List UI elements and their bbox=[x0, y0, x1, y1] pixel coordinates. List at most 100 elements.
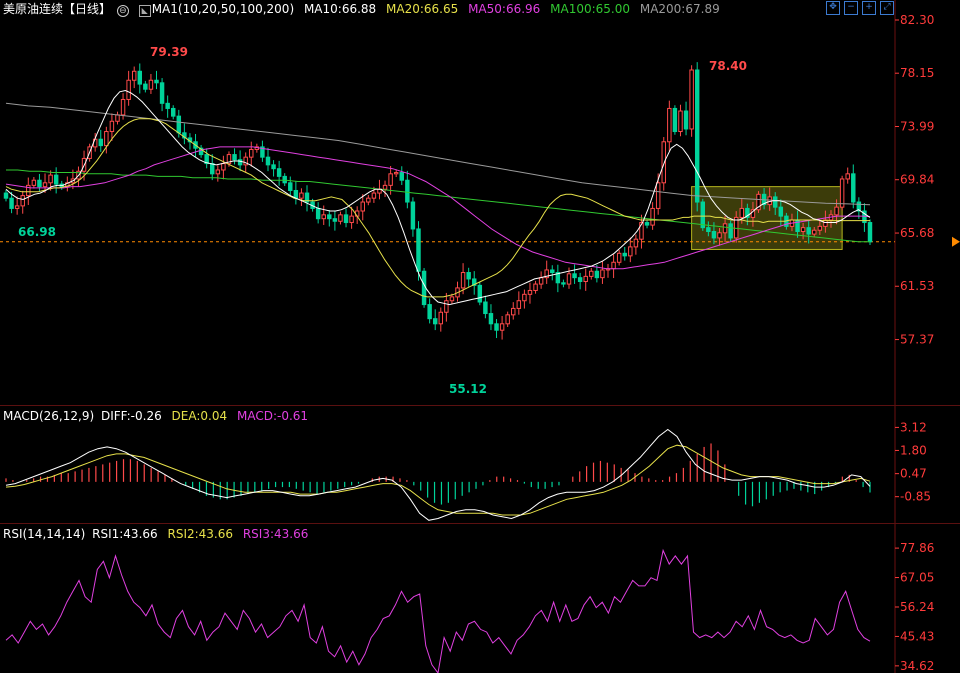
candle-up bbox=[249, 148, 254, 158]
candle-up bbox=[499, 323, 505, 331]
candle-up bbox=[42, 182, 48, 188]
candle-down bbox=[237, 159, 243, 166]
candle-down bbox=[265, 156, 271, 166]
price-axis-label: 65.68 bbox=[900, 226, 934, 240]
candle-down bbox=[806, 227, 811, 235]
candle-up bbox=[845, 173, 850, 180]
candle-up bbox=[722, 223, 728, 234]
candle-up bbox=[371, 192, 377, 199]
candle-down bbox=[577, 277, 583, 283]
candle-down bbox=[271, 164, 276, 170]
candle-down bbox=[561, 282, 566, 285]
candle-down bbox=[494, 323, 499, 331]
candle-up bbox=[522, 293, 527, 302]
candle-down bbox=[773, 196, 778, 208]
candle-down bbox=[550, 269, 555, 274]
candle-down bbox=[432, 318, 438, 325]
candle-down bbox=[416, 228, 421, 272]
price-axis-label: 78.15 bbox=[900, 66, 934, 80]
price-chart[interactable]: 82.30 78.15 73.99 69.84 65.68 61.53 57.37 3.12 1… bbox=[0, 0, 960, 673]
candle-up bbox=[321, 214, 326, 220]
candle-down bbox=[851, 173, 856, 203]
candle-down bbox=[210, 163, 215, 175]
candle-down bbox=[327, 214, 332, 220]
candle-up bbox=[444, 300, 449, 313]
candle-down bbox=[9, 197, 14, 209]
candle-up bbox=[834, 206, 839, 216]
candle-up bbox=[460, 272, 466, 289]
candle-up bbox=[388, 173, 393, 186]
candle-up bbox=[678, 110, 683, 133]
candle-up bbox=[104, 131, 109, 147]
candle-up bbox=[382, 184, 388, 190]
candle-up bbox=[616, 252, 622, 263]
candle-up bbox=[48, 174, 53, 184]
candle-up bbox=[131, 70, 137, 81]
price-axis-label: 57.37 bbox=[900, 333, 934, 347]
candle-down bbox=[154, 79, 159, 84]
candle-down bbox=[410, 201, 416, 230]
candle-up bbox=[31, 179, 37, 186]
candle-up bbox=[120, 98, 126, 116]
macd-axis-label: 3.12 bbox=[900, 420, 927, 434]
low-label-1: 66.98 bbox=[18, 225, 56, 239]
candle-up bbox=[215, 169, 221, 175]
candle-down bbox=[399, 172, 404, 181]
candle-down bbox=[98, 138, 103, 147]
price-axis-label: 73.99 bbox=[900, 120, 934, 134]
high-label-2: 78.40 bbox=[709, 59, 747, 73]
candle-up bbox=[338, 214, 343, 222]
rsi-line bbox=[5, 548, 871, 673]
candle-up bbox=[817, 225, 823, 231]
candle-down bbox=[421, 270, 427, 306]
candle-up bbox=[611, 261, 616, 270]
candle-down bbox=[293, 189, 299, 199]
candle-up bbox=[667, 107, 672, 143]
candle-down bbox=[572, 273, 577, 279]
candle-up bbox=[449, 296, 455, 302]
candle-up bbox=[650, 207, 655, 226]
candle-down bbox=[143, 83, 148, 90]
candle-down bbox=[483, 301, 488, 315]
macd-axis-label: 0.47 bbox=[900, 467, 927, 481]
rsi-axis-label: 56.24 bbox=[900, 600, 934, 614]
candle-down bbox=[622, 252, 627, 257]
candle-up bbox=[221, 163, 226, 171]
low-label-2: 55.12 bbox=[449, 382, 487, 396]
candle-up bbox=[360, 201, 365, 212]
candle-down bbox=[165, 102, 170, 109]
candle-up bbox=[299, 192, 304, 199]
rsi-axis-label: 45.43 bbox=[900, 629, 934, 643]
price-axis-label: 82.30 bbox=[900, 13, 934, 27]
current-price-marker bbox=[952, 236, 960, 247]
candle-up bbox=[115, 114, 120, 122]
candle-up bbox=[633, 238, 639, 248]
candle-down bbox=[644, 222, 650, 226]
candle-up bbox=[800, 227, 806, 233]
candle-up bbox=[393, 172, 399, 175]
candle-up bbox=[566, 273, 572, 285]
candle-down bbox=[276, 168, 282, 177]
candle-up bbox=[20, 195, 25, 207]
candle-up bbox=[628, 246, 633, 257]
candle-up bbox=[583, 275, 588, 283]
candle-down bbox=[343, 214, 349, 224]
candle-down bbox=[594, 270, 600, 279]
candle-down bbox=[683, 110, 689, 130]
candle-down bbox=[867, 222, 873, 243]
candle-up bbox=[505, 314, 510, 325]
candle-up bbox=[126, 79, 131, 100]
candle-down bbox=[232, 154, 237, 161]
candle-up bbox=[511, 307, 516, 316]
candle-up bbox=[516, 300, 522, 309]
candle-down bbox=[694, 69, 700, 203]
candle-up bbox=[366, 197, 371, 203]
candle-down bbox=[405, 179, 410, 203]
candle-down bbox=[282, 175, 287, 184]
price-axis-label: 61.53 bbox=[900, 279, 934, 293]
candle-down bbox=[711, 231, 717, 239]
high-label-1: 79.39 bbox=[150, 45, 188, 59]
candle-down bbox=[53, 174, 59, 185]
candle-down bbox=[728, 223, 733, 239]
candle-down bbox=[778, 206, 784, 217]
